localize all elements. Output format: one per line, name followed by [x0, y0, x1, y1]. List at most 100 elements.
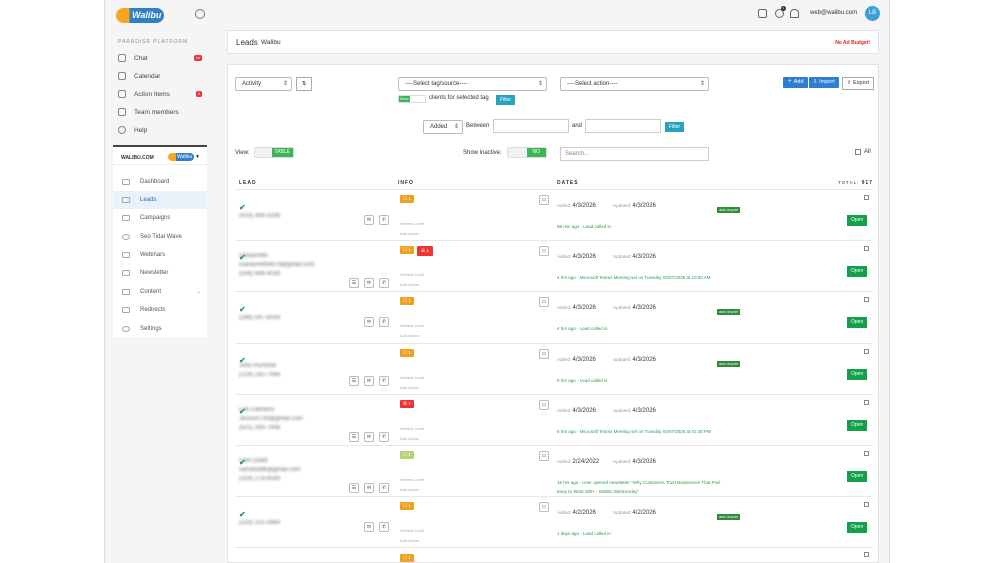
- show-inactive-toggle[interactable]: NO: [507, 147, 547, 158]
- subnav-item-content[interactable]: Content ⌄: [113, 283, 207, 301]
- lead-action-icon[interactable]: ✉: [364, 317, 374, 328]
- add-action-link[interactable]: Add Action: [400, 385, 419, 390]
- info-tag[interactable]: ☐ 1: [400, 246, 414, 255]
- subnav-item-redirects[interactable]: Redirects: [113, 301, 207, 319]
- interest-level[interactable]: Interest Level: [400, 477, 424, 482]
- row-checkbox[interactable]: [864, 399, 869, 405]
- info-tag[interactable]: ☐ 1: [400, 297, 414, 306]
- lead-detail[interactable]: (219) 242-7448: [239, 372, 280, 378]
- comment-icon[interactable]: ▭: [539, 246, 549, 257]
- lead-detail[interactable]: (508) 946-4039: [239, 271, 280, 277]
- lead-detail[interactable]: Danasmith4879@gmail.com: [239, 262, 314, 268]
- sidebar-item-calendar[interactable]: Calendar: [118, 69, 204, 83]
- lead-action-icon[interactable]: ✆: [379, 522, 389, 533]
- walibu-logo[interactable]: Walibu: [116, 8, 164, 23]
- fullscreen-icon[interactable]: [758, 9, 767, 18]
- row-checkbox[interactable]: [864, 297, 869, 303]
- sort-button[interactable]: ⇅: [296, 77, 312, 91]
- lead-action-icon[interactable]: ✉: [364, 483, 374, 493]
- lead-detail[interactable]: Lee Clemens: [239, 407, 274, 413]
- row-checkbox[interactable]: [864, 246, 869, 252]
- date-from-input[interactable]: [493, 119, 569, 133]
- lead-action-icon[interactable]: ✉: [364, 522, 374, 533]
- lead-action-icon[interactable]: ✉: [364, 431, 374, 442]
- sidebar-item-chat[interactable]: Chat on: [118, 51, 204, 65]
- lead-detail[interactable]: Jlusson739@gmail.com: [239, 416, 303, 422]
- lead-action-icon[interactable]: ✆: [379, 317, 389, 328]
- lead-action-icon[interactable]: ☰: [349, 431, 359, 442]
- date-filter-button[interactable]: Filter: [665, 122, 685, 132]
- lead-action-icon[interactable]: ☰: [349, 375, 359, 386]
- interest-level[interactable]: Interest Level: [400, 272, 424, 277]
- budget-warning[interactable]: No Ad Budget!: [835, 40, 870, 46]
- tag-filter-button[interactable]: Filter: [496, 95, 516, 105]
- lead-action-icon[interactable]: ☰: [349, 483, 359, 493]
- add-action-link[interactable]: Add Action: [400, 231, 419, 236]
- settings-gear-icon[interactable]: [195, 9, 205, 19]
- sidebar-item-help[interactable]: Help: [118, 123, 204, 137]
- lead-action-icon[interactable]: ✆: [379, 278, 389, 289]
- open-lead-button[interactable]: Open: [847, 266, 868, 278]
- lead-detail[interactable]: (268) 547-9039: [239, 315, 280, 321]
- sidebar-item-team-members[interactable]: Team members: [118, 105, 204, 119]
- date-to-input[interactable]: [585, 119, 661, 133]
- date-field-select[interactable]: Added: [423, 120, 463, 134]
- lead-action-icon[interactable]: ☰: [349, 278, 359, 289]
- add-action-link[interactable]: Add Action: [400, 436, 419, 441]
- lead-action-icon[interactable]: ✉: [364, 215, 374, 225]
- add-action-link[interactable]: Add Action: [400, 487, 419, 492]
- show-toggle[interactable]: Show: [398, 95, 426, 103]
- lead-detail[interactable]: Danasmith: [239, 253, 268, 259]
- subnav-item-newsletter[interactable]: Newsletter: [113, 264, 207, 282]
- subnav-item-dashboard[interactable]: Dashboard: [113, 173, 207, 191]
- info-tag[interactable]: ☒ 1: [417, 246, 433, 257]
- comment-icon[interactable]: ▭: [539, 297, 549, 308]
- open-lead-button[interactable]: Open: [847, 317, 868, 329]
- import-button[interactable]: ⇩ Import: [809, 77, 839, 88]
- lead-action-icon[interactable]: ✆: [379, 375, 389, 386]
- view-toggle[interactable]: TABLE: [254, 147, 294, 158]
- comment-icon[interactable]: ▭: [539, 451, 549, 461]
- info-tag[interactable]: ☐ 1: [400, 348, 414, 357]
- account-switcher[interactable]: WALIBU.COM Walibu ▼: [113, 151, 207, 165]
- lead-action-icon[interactable]: ✆: [379, 483, 389, 493]
- tag-source-select[interactable]: ----Select tag/source----: [398, 77, 547, 91]
- action-select[interactable]: ----Select action----: [560, 77, 709, 91]
- lead-detail[interactable]: samdodd6@gmail.com: [239, 467, 300, 473]
- lead-action-icon[interactable]: ✉: [364, 375, 374, 386]
- row-checkbox[interactable]: [864, 451, 869, 456]
- open-lead-button[interactable]: Open: [847, 419, 868, 431]
- add-action-link[interactable]: Add Action: [400, 282, 419, 287]
- lead-action-icon[interactable]: ✉: [364, 278, 374, 289]
- info-tag[interactable]: ☒ 1: [400, 399, 414, 408]
- select-all-checkbox[interactable]: [855, 149, 861, 155]
- lead-detail[interactable]: Sam Dodd: [239, 458, 267, 464]
- subnav-item-campaigns[interactable]: Campaigns: [113, 209, 207, 227]
- row-checkbox[interactable]: [864, 552, 869, 558]
- interest-level[interactable]: Interest Level: [400, 426, 424, 431]
- lead-action-icon[interactable]: ✆: [379, 215, 389, 225]
- interest-level[interactable]: Interest Level: [400, 221, 424, 226]
- open-lead-button[interactable]: Open: [847, 215, 868, 226]
- add-action-link[interactable]: Add Action: [400, 333, 419, 338]
- info-tag[interactable]: ☐ 1: [400, 451, 414, 459]
- bell-icon[interactable]: [790, 9, 799, 18]
- comment-icon[interactable]: ▭: [539, 502, 549, 513]
- open-lead-button[interactable]: Open: [847, 471, 868, 482]
- interest-level[interactable]: Interest Level: [400, 528, 424, 533]
- info-tag[interactable]: ☐ 1: [400, 195, 414, 203]
- comment-icon[interactable]: ▭: [539, 195, 549, 205]
- info-tag[interactable]: ☐ 1: [400, 502, 414, 511]
- avatar[interactable]: LB: [865, 6, 880, 21]
- info-tag[interactable]: ☐ 1: [400, 554, 414, 563]
- activity-select[interactable]: Activity: [235, 77, 292, 91]
- lead-action-icon[interactable]: ✆: [379, 431, 389, 442]
- add-button[interactable]: ＋ Add: [783, 77, 808, 88]
- comment-icon[interactable]: ▭: [539, 348, 549, 359]
- subnav-item-webinars[interactable]: Webinars: [113, 246, 207, 264]
- lead-detail[interactable]: (501) 264-7948: [239, 425, 280, 431]
- lead-detail[interactable]: John Hummel: [239, 363, 276, 369]
- interest-level[interactable]: Interest Level: [400, 375, 424, 380]
- lead-detail[interactable]: (414) 364-3338: [239, 213, 280, 219]
- user-email[interactable]: web@walibu.com: [810, 10, 857, 16]
